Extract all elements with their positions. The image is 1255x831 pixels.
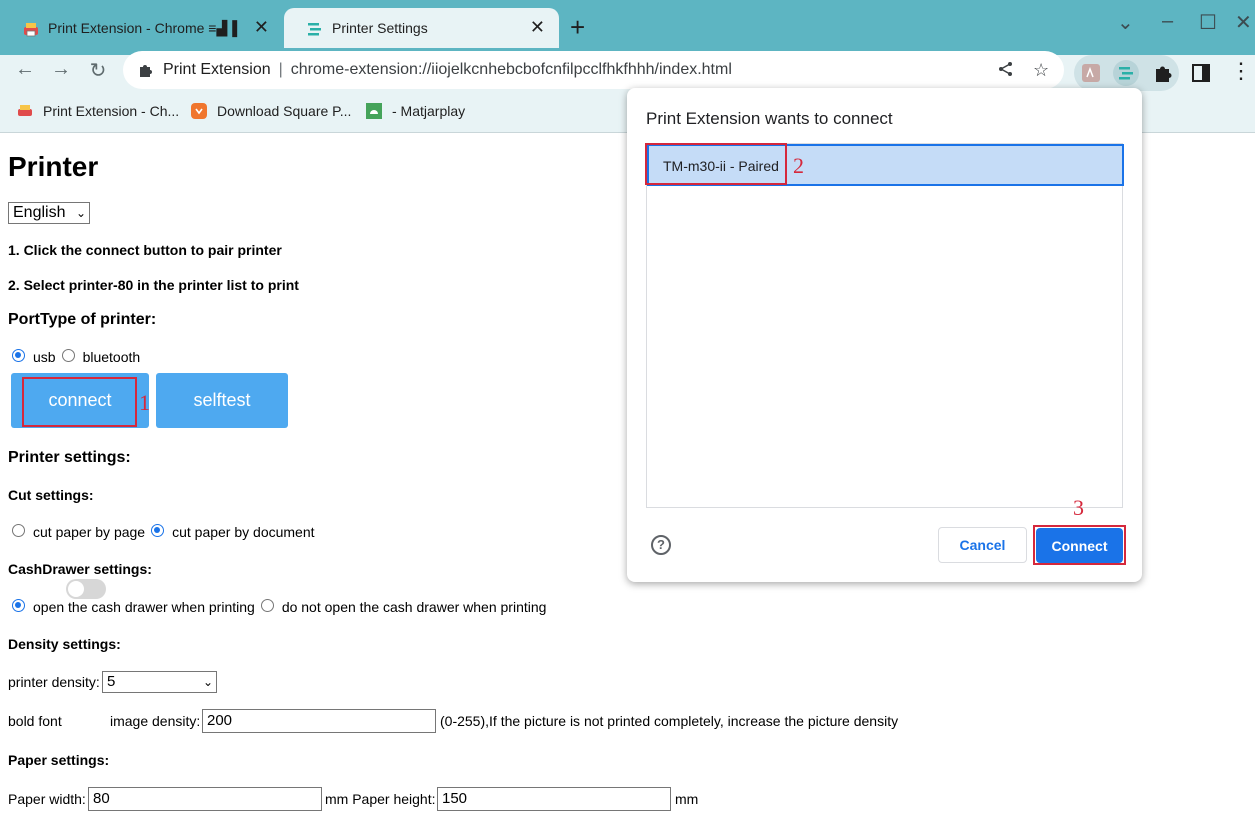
usb-radio[interactable] [12, 348, 25, 362]
printer-density-label: printer density: [8, 674, 100, 690]
forward-arrow-icon[interactable]: → [46, 58, 76, 81]
selftest-button[interactable]: selftest [156, 373, 288, 428]
url-text: chrome-extension://iiojelkcnhebcbofcnfil… [290, 61, 732, 78]
close-tab-icon[interactable]: ✕ [254, 17, 269, 38]
instruction-step-1: 1. Click the connect button to pair prin… [8, 242, 282, 258]
cut-by-page-radio[interactable] [12, 523, 25, 537]
annotation-box-2 [645, 143, 787, 185]
tab-title: Print Extension - Chrome ≡▟▐ [48, 19, 238, 36]
paper-width-input[interactable]: 80 [88, 787, 322, 811]
print-extension-icon[interactable] [1113, 60, 1139, 86]
side-panel-icon[interactable] [1188, 60, 1214, 86]
annotation-box-1 [22, 377, 137, 427]
image-density-label: image density: [110, 713, 201, 729]
new-tab-icon[interactable]: + [570, 12, 585, 42]
minimize-icon[interactable]: – [1162, 10, 1173, 33]
annotation-number-3: 3 [1073, 495, 1084, 520]
bluetooth-radio[interactable] [61, 348, 75, 362]
image-density-hint: (0-255),If the picture is not printed co… [440, 713, 899, 729]
page-title: Printer [8, 151, 99, 182]
cut-settings-heading: Cut settings: [8, 487, 94, 503]
maximize-icon[interactable]: ☐ [1199, 10, 1217, 35]
image-density-input[interactable]: 200 [202, 709, 436, 733]
cancel-button[interactable]: Cancel [938, 527, 1027, 563]
density-settings-heading: Density settings: [8, 636, 121, 652]
chevron-down-icon: ⌄ [202, 675, 213, 689]
chevron-down-icon: ⌄ [75, 206, 86, 220]
reload-icon[interactable]: ↻ [83, 58, 113, 83]
bookmark-item[interactable]: Download Square P... [191, 103, 351, 119]
bookmark-item[interactable]: Print Extension - Ch... [17, 103, 179, 119]
site-name: Print Extension [163, 61, 271, 78]
language-select[interactable]: English ⌄ [8, 202, 90, 224]
dialog-title: Print Extension wants to connect [646, 109, 893, 128]
close-tab-icon[interactable]: ✕ [530, 17, 545, 38]
cut-by-document-radio[interactable] [151, 523, 165, 537]
rainbow-printer-icon [18, 105, 32, 116]
annotation-number-1: 1 [139, 390, 150, 415]
bookmark-star-icon[interactable]: ☆ [1033, 60, 1049, 81]
pdf-extension-icon[interactable] [1078, 60, 1104, 86]
annotation-box-3 [1033, 525, 1126, 565]
bookmark-item[interactable]: - Matjarplay [366, 103, 465, 119]
back-arrow-icon[interactable]: ← [10, 58, 40, 81]
paper-height-label: mm Paper height: [325, 791, 436, 807]
cash-drawer-heading: CashDrawer settings: [8, 561, 152, 577]
printer-settings-heading: Printer settings: [8, 449, 131, 466]
cash-drawer-group: open the cash drawer when printing do no… [12, 598, 546, 615]
annotation-number-2: 2 [793, 153, 804, 178]
url-separator: | [278, 61, 283, 78]
port-type-heading: PortType of printer: [8, 311, 157, 328]
port-type-group: usb bluetooth [12, 348, 140, 365]
bold-font-toggle[interactable] [66, 579, 106, 599]
extension-list-icon [308, 23, 321, 36]
connect-dialog: Print Extension wants to connect TM-m30-… [627, 88, 1142, 582]
address-bar[interactable]: Print Extension | chrome-extension://iioje… [123, 51, 1064, 89]
open-drawer-radio[interactable] [12, 598, 25, 612]
cut-settings-group: cut paper by page cut paper by document [12, 523, 315, 540]
tab-title: Printer Settings [332, 20, 428, 36]
kebab-menu-icon[interactable]: ⋮ [1230, 58, 1252, 84]
rainbow-printer-icon [24, 23, 38, 37]
bold-font-label: bold font [8, 713, 62, 729]
shield-brand-icon [191, 103, 207, 119]
share-icon[interactable] [997, 60, 1015, 83]
help-icon[interactable]: ? [651, 535, 671, 555]
device-list: TM-m30-ii - Paired [646, 143, 1124, 508]
extensions-puzzle-icon[interactable] [1150, 60, 1176, 86]
tab-search-chevron-icon[interactable]: ⌄ [1117, 10, 1134, 35]
paper-settings-heading: Paper settings: [8, 752, 110, 768]
do-not-open-drawer-radio[interactable] [260, 598, 274, 612]
paper-unit-label: mm [675, 791, 699, 807]
android-icon [366, 103, 382, 119]
tab-printer-settings[interactable]: Printer Settings ✕ [284, 8, 559, 48]
printer-density-select[interactable]: 5 ⌄ [102, 671, 217, 693]
puzzle-icon [140, 65, 152, 77]
tab-strip: Print Extension - Chrome ≡▟▐ ✕ Printer S… [0, 0, 1255, 55]
paper-width-label: Paper width: [8, 791, 86, 807]
tab-print-extension[interactable]: Print Extension - Chrome ≡▟▐ ✕ [0, 8, 283, 48]
paper-height-input[interactable]: 150 [437, 787, 671, 811]
close-window-icon[interactable]: ✕ [1235, 10, 1252, 35]
instruction-step-2: 2. Select printer-80 in the printer list… [8, 277, 299, 293]
